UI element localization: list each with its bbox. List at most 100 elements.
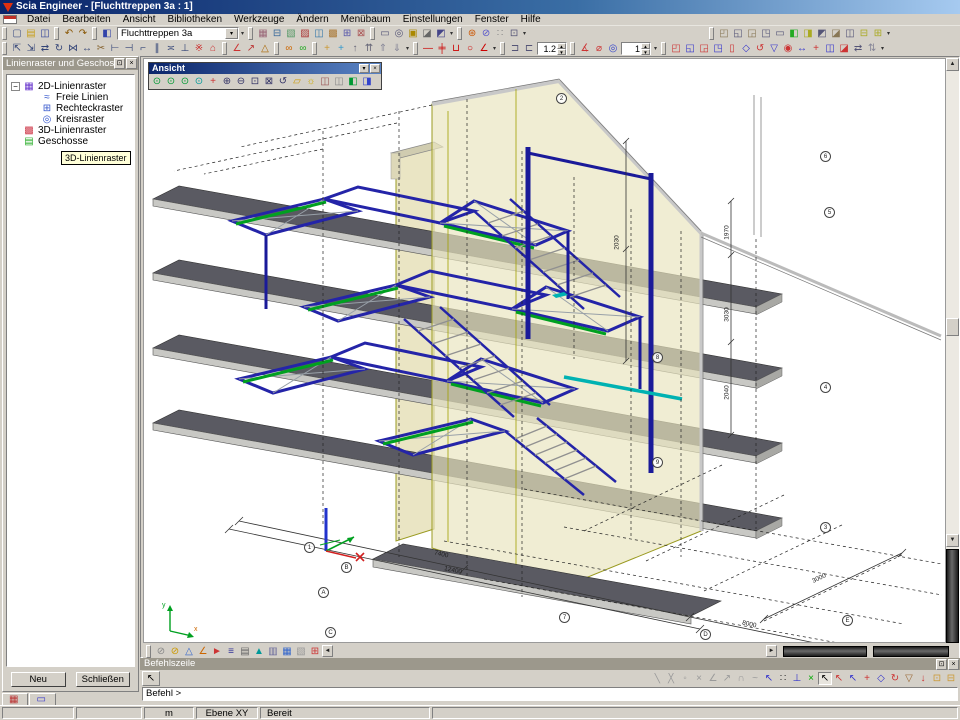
clip-plane-icon[interactable]: ◫ — [843, 27, 857, 40]
window-copy-icon[interactable]: ⊏ — [522, 42, 536, 55]
level-icon[interactable]: ∠ — [196, 645, 210, 658]
grid-snap-icon[interactable]: ∷ — [776, 672, 790, 685]
redo-icon[interactable]: ↷ — [76, 27, 90, 40]
drawings-icon[interactable]: ⊠ — [354, 27, 368, 40]
project-combo[interactable]: Fluchttreppen 3a ▾ — [117, 27, 239, 40]
section-x-icon[interactable]: ◧ — [787, 27, 801, 40]
cursor-mode-button[interactable]: ↖ — [142, 671, 160, 686]
menu-item[interactable]: Bearbeiten — [56, 14, 116, 26]
step-spinner[interactable]: 1 ▲▼ — [621, 42, 651, 55]
project-data-icon[interactable]: ▦ — [256, 27, 270, 40]
view-lock-y-icon[interactable]: ⊙ — [164, 75, 178, 88]
section-y-icon[interactable]: ◨ — [801, 27, 815, 40]
swap-icon[interactable]: ⇄ — [851, 42, 865, 55]
overflow-icon[interactable]: ▾ — [879, 45, 886, 52]
profile-h-icon[interactable]: ╪ — [435, 42, 449, 55]
libraries-icon[interactable]: ⊟ — [270, 27, 284, 40]
menu-item[interactable]: Hilfe — [515, 14, 547, 26]
close-window-icon[interactable]: ◧ — [100, 27, 114, 40]
profile-u-icon[interactable]: ⊔ — [449, 42, 463, 55]
align-top-icon[interactable]: ↑ — [348, 42, 362, 55]
view-lock-z-icon[interactable]: ⊙ — [178, 75, 192, 88]
trim-icon[interactable]: ✂ — [94, 42, 108, 55]
open-project-icon[interactable]: ▤ — [24, 27, 38, 40]
work-plane-icon[interactable]: △ — [258, 42, 272, 55]
menu-item[interactable]: Menübaum — [335, 14, 397, 26]
diameter-icon[interactable]: ⌀ — [592, 42, 606, 55]
close-icon[interactable]: × — [948, 659, 959, 670]
close-polygon-icon[interactable]: ⌂ — [206, 42, 220, 55]
tree-expander[interactable]: − — [11, 82, 20, 91]
overflow-icon[interactable]: ▾ — [521, 30, 528, 37]
align-all-icon[interactable]: ⇈ — [362, 42, 376, 55]
model-canvas[interactable]: y x Ansicht ▾ × ⊙⊙⊙⊙+⊕⊖⊡⊠↺▱☼◫◫◧◨ 2 6 5 4 — [143, 58, 946, 643]
snap-folder-icon[interactable]: ⊡ — [930, 672, 944, 685]
snap-cross-icon[interactable]: ╳ — [664, 672, 678, 685]
line-tool-icon[interactable]: — — [421, 42, 435, 55]
menu-item[interactable]: Ansicht — [117, 14, 162, 26]
tree-item[interactable]: ≈ Freie Linien — [7, 92, 134, 103]
export-icon[interactable]: ◩ — [434, 27, 448, 40]
update-icon[interactable]: ⇅ — [865, 42, 879, 55]
ansicht-toolbar[interactable]: Ansicht ▾ × ⊙⊙⊙⊙+⊕⊖⊡⊠↺▱☼◫◫◧◨ — [148, 62, 382, 90]
snap-folder-2-icon[interactable]: ⊟ — [944, 672, 958, 685]
vertical-scrollbar[interactable]: ▲ ▼ — [946, 58, 959, 643]
stretch-icon[interactable]: ↔ — [80, 42, 94, 55]
zoom-all-icon[interactable]: ⊠ — [262, 75, 276, 88]
snap-rotate-icon[interactable]: ↻ — [888, 672, 902, 685]
grid-red-icon[interactable]: ⊞ — [308, 645, 322, 658]
explode-icon[interactable]: ※ — [192, 42, 206, 55]
doc-view-icon[interactable]: ▥ — [266, 645, 280, 658]
snap-tangent-icon[interactable]: ▽ — [902, 672, 916, 685]
documents-icon[interactable]: ⊞ — [340, 27, 354, 40]
align-icon[interactable]: ≡ — [224, 645, 238, 658]
grid-gray-icon[interactable]: ▧ — [294, 645, 308, 658]
overflow-icon[interactable]: ▾ — [448, 30, 455, 37]
model-data-icon[interactable]: ▯ — [725, 42, 739, 55]
copy-node-icon[interactable]: ⇲ — [24, 42, 38, 55]
view-settings-icon[interactable]: ◨ — [360, 75, 374, 88]
window-new-icon[interactable]: ⊐ — [508, 42, 522, 55]
hidden-lines-icon[interactable]: ◳ — [759, 27, 773, 40]
command-caption[interactable]: Befehlszeile ⊡ × — [140, 658, 960, 670]
zoom-in-icon[interactable]: ⊕ — [220, 75, 234, 88]
cross-snap-icon[interactable]: × — [804, 672, 818, 685]
flag-icon[interactable]: ► — [210, 645, 224, 658]
pin-icon[interactable]: ⊡ — [114, 58, 125, 69]
view-front-icon[interactable]: ▭ — [773, 27, 787, 40]
section-z-icon[interactable]: ◩ — [815, 27, 829, 40]
view-save-icon[interactable]: ⊟ — [857, 27, 871, 40]
ansicht-caption[interactable]: Ansicht ▾ × — [149, 63, 381, 74]
center-icon[interactable]: ◉ — [781, 42, 795, 55]
undo-icon[interactable]: ↶ — [62, 27, 76, 40]
regenerate-icon[interactable]: ↺ — [753, 42, 767, 55]
groups-icon[interactable]: ▧ — [284, 27, 298, 40]
ansicht-menu-icon[interactable]: ▾ — [359, 64, 369, 73]
fit-icon[interactable]: ↔ — [795, 42, 809, 55]
tree-item[interactable]: ▤ Geschosse — [7, 136, 134, 147]
rotate-x-bar[interactable] — [783, 646, 867, 657]
ucs-icon[interactable]: ∠ — [230, 42, 244, 55]
angle-snap-icon[interactable]: ∡ — [578, 42, 592, 55]
midpoints-icon[interactable]: ∞ — [296, 42, 310, 55]
move-node-icon[interactable]: ⇱ — [10, 42, 24, 55]
views-icon[interactable]: ◫ — [823, 42, 837, 55]
command-input[interactable]: Befehl > — [142, 687, 958, 701]
circle-tool-icon[interactable]: ○ — [463, 42, 477, 55]
tree-item[interactable]: ◎ Kreisraster — [7, 114, 134, 125]
rotate-icon[interactable]: ↻ — [52, 42, 66, 55]
snap-endpoint-icon[interactable]: ↖ — [832, 672, 846, 685]
cursor-step-icon[interactable]: ◎ — [606, 42, 620, 55]
endpoints-icon[interactable]: ∞ — [282, 42, 296, 55]
render-view-icon[interactable]: ▲ — [252, 645, 266, 658]
grid-blue-icon[interactable]: ▦ — [280, 645, 294, 658]
rendered-icon[interactable]: ◲ — [745, 27, 759, 40]
save-icon[interactable]: ◫ — [38, 27, 52, 40]
document-icon[interactable] — [3, 15, 17, 24]
tree-item[interactable]: ⊞ Rechteckraster — [7, 103, 134, 114]
view-save-2-icon[interactable]: ◫ — [332, 75, 346, 88]
snap-node-icon[interactable]: ◇ — [874, 672, 888, 685]
close-button[interactable]: Schließen — [76, 672, 131, 687]
snap-free-icon[interactable]: ~ — [748, 672, 762, 685]
rotate-axis-icon[interactable]: + — [206, 75, 220, 88]
